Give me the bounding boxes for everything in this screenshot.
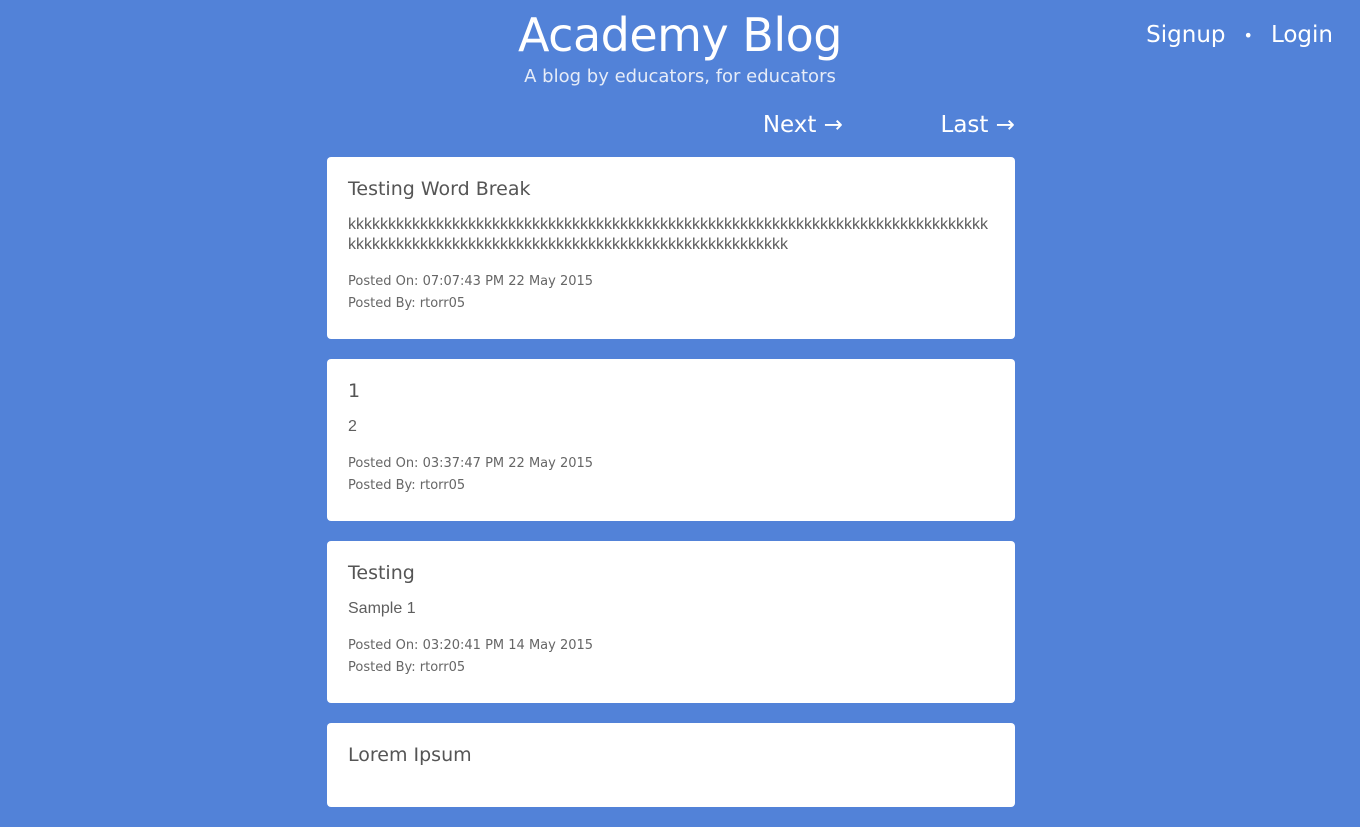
post-title[interactable]: Lorem Ipsum bbox=[348, 743, 994, 767]
site-header: Academy Blog A blog by educators, for ed… bbox=[0, 0, 1360, 100]
post-list: Testing Word Break kkkkkkkkkkkkkkkkkkkkk… bbox=[327, 157, 1015, 827]
site-subtitle: A blog by educators, for educators bbox=[524, 66, 836, 87]
post-title[interactable]: Testing Word Break bbox=[348, 177, 994, 201]
post-title[interactable]: Testing bbox=[348, 561, 994, 585]
post-body: kkkkkkkkkkkkkkkkkkkkkkkkkkkkkkkkkkkkkkkk… bbox=[348, 216, 988, 253]
pagination: Next → Last → bbox=[327, 112, 1015, 146]
signup-link[interactable]: Signup bbox=[1146, 22, 1225, 48]
post-author: Posted By: rtorr05 bbox=[348, 478, 466, 493]
post-body: Sample 1 bbox=[348, 600, 416, 617]
post-body: 2 bbox=[348, 418, 357, 435]
next-page-link[interactable]: Next → bbox=[763, 112, 843, 138]
post-card[interactable]: Testing Sample 1 Posted On: 03:20:41 PM … bbox=[327, 541, 1015, 703]
post-card[interactable]: 1 2 Posted On: 03:37:47 PM 22 May 2015 P… bbox=[327, 359, 1015, 521]
post-author: Posted By: rtorr05 bbox=[348, 660, 466, 675]
last-page-link[interactable]: Last → bbox=[941, 112, 1016, 138]
post-date: Posted On: 03:37:47 PM 22 May 2015 bbox=[348, 456, 594, 471]
auth-nav: Signup • Login bbox=[1146, 22, 1333, 48]
post-card[interactable]: Lorem Ipsum bbox=[327, 723, 1015, 807]
login-link[interactable]: Login bbox=[1271, 22, 1333, 48]
post-date: Posted On: 03:20:41 PM 14 May 2015 bbox=[348, 638, 594, 653]
nav-separator: • bbox=[1243, 25, 1253, 45]
post-author: Posted By: rtorr05 bbox=[348, 296, 466, 311]
post-title[interactable]: 1 bbox=[348, 379, 994, 403]
post-card[interactable]: Testing Word Break kkkkkkkkkkkkkkkkkkkkk… bbox=[327, 157, 1015, 339]
post-date: Posted On: 07:07:43 PM 22 May 2015 bbox=[348, 274, 594, 289]
